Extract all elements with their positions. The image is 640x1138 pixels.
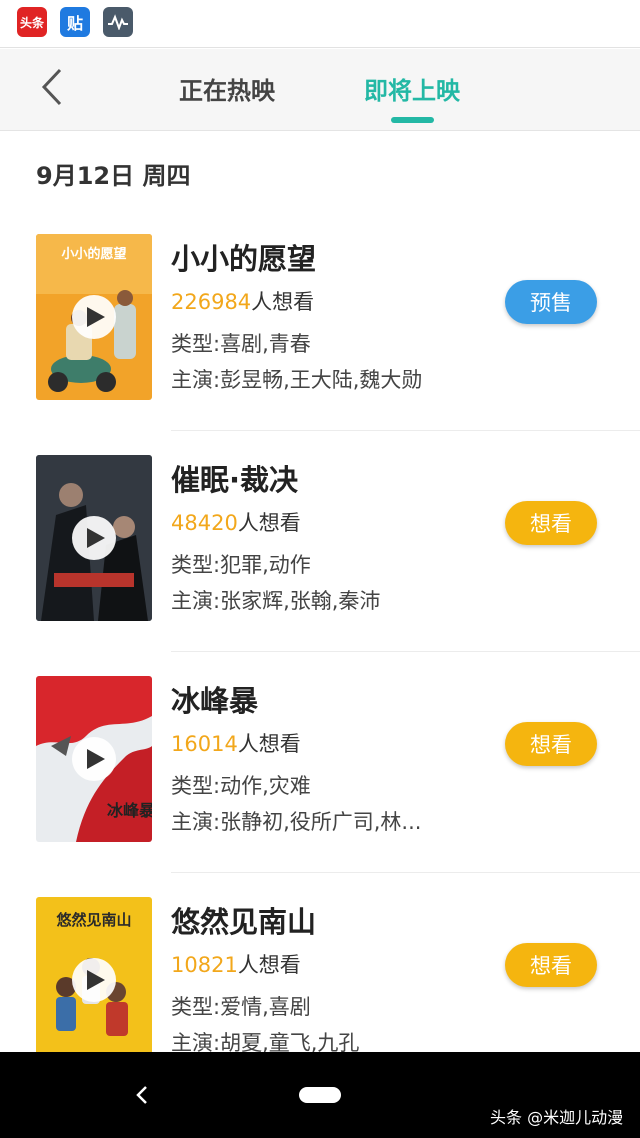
presale-button[interactable]: 预售	[505, 280, 597, 324]
play-icon	[87, 307, 105, 327]
want-count-suffix: 人想看	[237, 732, 301, 756]
movie-item[interactable]: 催眠·裁决 48420人想看 类型:犯罪,动作 主演:张家辉,张翰,秦沛 想看	[0, 431, 640, 652]
svg-text:悠然见南山: 悠然见南山	[55, 911, 131, 929]
movie-title: 小小的愿望	[171, 242, 317, 276]
movie-title: 冰峰暴	[171, 684, 259, 718]
want-to-see-button[interactable]: 想看	[505, 722, 597, 766]
movie-genre: 类型:动作,灾难	[171, 774, 311, 798]
movie-poster[interactable]: 悠然见南山	[36, 897, 152, 1052]
want-count-suffix: 人想看	[237, 953, 301, 977]
play-trailer-button[interactable]	[72, 958, 116, 1002]
movie-cast: 主演:彭昱畅,王大陆,魏大勋	[171, 368, 423, 392]
play-icon	[87, 749, 105, 769]
nav-home-icon[interactable]	[299, 1087, 341, 1103]
movie-cast: 主演:胡夏,童飞,九孔	[171, 1031, 360, 1052]
toutiao-app-icon: 头条	[17, 7, 47, 37]
svg-text:冰峰暴: 冰峰暴	[107, 801, 152, 820]
movie-item[interactable]: 悠然见南山 悠然见南山 10821人想看 类型:爱情,喜剧 主演:胡夏,童飞,九…	[0, 873, 640, 1052]
chevron-left-icon[interactable]	[36, 67, 76, 107]
movie-item[interactable]: 小小的愿望 小小的愿望 226984人想看 类型:喜剧,青春 主演:彭昱畅,王大…	[0, 210, 640, 431]
want-count-number: 48420	[171, 511, 238, 535]
movie-title: 催眠·裁决	[171, 463, 299, 497]
movie-list[interactable]: 小小的愿望 小小的愿望 226984人想看 类型:喜剧,青春 主演:彭昱畅,王大…	[0, 210, 640, 1052]
want-count-number: 16014	[171, 732, 238, 756]
movie-cast: 主演:张家辉,张翰,秦沛	[171, 589, 381, 613]
movie-genre: 类型:喜剧,青春	[171, 332, 311, 356]
movie-poster[interactable]	[36, 455, 152, 621]
movie-title: 悠然见南山	[171, 905, 317, 939]
want-to-see-count: 48420人想看	[171, 507, 301, 537]
want-to-see-count: 10821人想看	[171, 949, 301, 979]
activity-monitor-icon	[103, 7, 133, 37]
play-trailer-button[interactable]	[72, 295, 116, 339]
watermark: 头条 @米迦儿动漫	[490, 1108, 624, 1127]
movie-item[interactable]: 冰峰暴 冰峰暴 16014人想看 类型:动作,灾难 主演:张静初,役所广司,林.…	[0, 652, 640, 873]
tab-coming-soon[interactable]: 即将上映	[364, 71, 460, 106]
want-to-see-button[interactable]: 想看	[505, 943, 597, 987]
tab-now-showing[interactable]: 正在热映	[179, 71, 275, 106]
want-to-see-button[interactable]: 想看	[505, 501, 597, 545]
status-bar: 头条 贴	[0, 0, 640, 48]
svg-text:小小的愿望: 小小的愿望	[61, 246, 126, 262]
tieba-app-icon: 贴	[60, 7, 90, 37]
system-nav-bar: 头条 @米迦儿动漫	[0, 1052, 640, 1138]
header: 正在热映 即将上映	[0, 49, 640, 131]
movie-genre: 类型:爱情,喜剧	[171, 995, 311, 1019]
movie-cast: 主演:张静初,役所广司,林...	[171, 810, 422, 834]
want-count-suffix: 人想看	[237, 511, 301, 535]
movie-poster[interactable]: 小小的愿望	[36, 234, 152, 400]
play-trailer-button[interactable]	[72, 737, 116, 781]
date-heading: 9月12日 周四	[36, 162, 191, 190]
nav-back-icon[interactable]	[134, 1085, 150, 1105]
play-trailer-button[interactable]	[72, 516, 116, 560]
want-count-number: 226984	[171, 290, 252, 314]
active-tab-indicator	[391, 117, 434, 123]
want-count-suffix: 人想看	[251, 290, 315, 314]
want-count-number: 10821	[171, 953, 238, 977]
movie-poster[interactable]: 冰峰暴	[36, 676, 152, 842]
play-icon	[87, 970, 105, 990]
movie-genre: 类型:犯罪,动作	[171, 553, 311, 577]
play-icon	[87, 528, 105, 548]
want-to-see-count: 226984人想看	[171, 286, 314, 316]
want-to-see-count: 16014人想看	[171, 728, 301, 758]
